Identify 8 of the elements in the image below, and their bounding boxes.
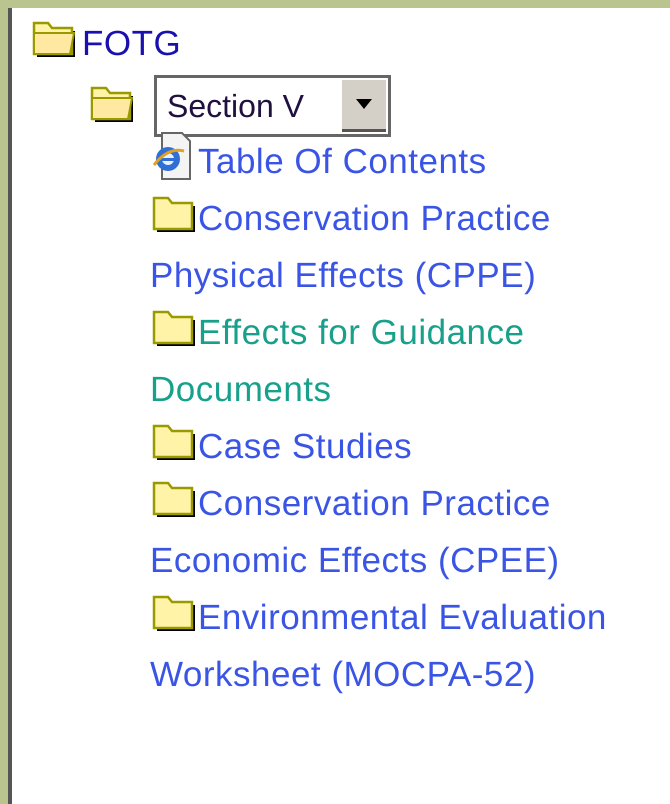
tree-link[interactable]: Environmental Evaluation Worksheet (MOCPA-52) <box>150 588 633 702</box>
open-folder-icon <box>30 19 78 60</box>
section-dropdown[interactable]: Section V <box>154 74 391 136</box>
tree-link[interactable]: Conservation Practice Physical Effects (CPPE) <box>150 190 633 304</box>
tree-link[interactable]: Conservation Practice Economic Effects (CPEE) <box>150 474 633 588</box>
tree-link[interactable]: Case Studies <box>150 418 633 474</box>
tree-link[interactable]: Effects for Guidance Documents <box>150 304 633 418</box>
tree-link[interactable]: FOTG <box>82 18 182 70</box>
